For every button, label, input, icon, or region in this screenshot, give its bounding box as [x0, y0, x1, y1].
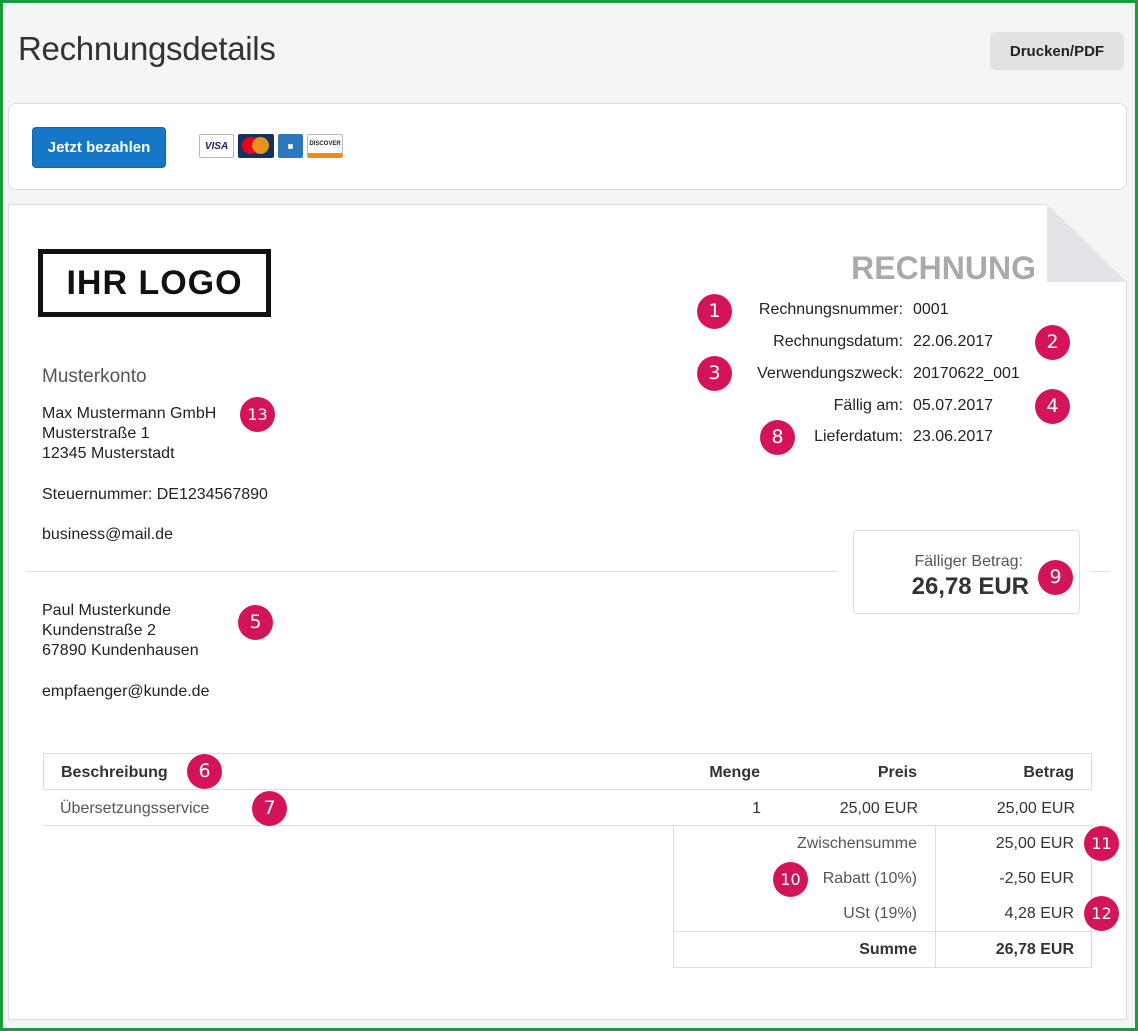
section-divider-end [1090, 571, 1110, 572]
page-title: Rechnungsdetails [18, 30, 276, 67]
pay-now-button[interactable]: Jetzt bezahlen [32, 127, 166, 168]
sender-tax-number: Steuernummer: DE1234567890 [42, 486, 268, 503]
recipient-street: Kundenstraße 2 [42, 622, 156, 639]
header-amount: Betrag [1023, 764, 1074, 781]
row-price: 25,00 EUR [839, 800, 918, 817]
sum-value: 26,78 EUR [995, 941, 1074, 958]
page-fold-corner [1047, 204, 1127, 282]
due-date-value: 05.07.2017 [913, 397, 994, 414]
callout-badge-3: 3 [697, 356, 732, 391]
recipient-city: 67890 Kundenhausen [42, 642, 199, 659]
amount-due-value: 26,78 EUR [911, 573, 1029, 600]
callout-badge-6: 6 [187, 754, 222, 789]
reference-label: Verwendungszweck: [757, 365, 903, 382]
sender-city: 12345 Musterstadt [42, 445, 175, 462]
amount-due-label: Fälliger Betrag: [914, 553, 1024, 570]
mastercard-icon [238, 134, 274, 158]
card-logos: VISA ▣ DISCOVER [199, 134, 343, 158]
row-description: Übersetzungsservice [60, 800, 210, 817]
callout-badge-13: 13 [240, 397, 275, 432]
discount-label: Rabatt (10%) [822, 870, 917, 887]
callout-badge-12: 12 [1084, 896, 1119, 931]
due-date-label: Fällig am: [833, 397, 903, 414]
sum-label: Summe [859, 941, 917, 958]
invoice-number-label: Rechnungsnummer: [758, 301, 903, 318]
vat-label: USt (19%) [843, 905, 917, 922]
table-row: Übersetzungsservice 1 25,00 EUR 25,00 EU… [43, 790, 1092, 826]
callout-badge-4: 4 [1035, 389, 1070, 424]
callout-badge-9: 9 [1038, 560, 1073, 595]
print-pdf-button[interactable]: Drucken/PDF [990, 32, 1124, 70]
sender-email: business@mail.de [42, 526, 173, 543]
subtotal-label: Zwischensumme [796, 835, 917, 852]
totals-sum-divider [674, 931, 1091, 932]
discount-value: -2,50 EUR [999, 870, 1074, 887]
payment-panel: Jetzt bezahlen VISA ▣ DISCOVER [8, 103, 1127, 190]
delivery-date-label: Lieferdatum: [814, 428, 903, 445]
invoice-number-value: 0001 [913, 301, 949, 318]
callout-badge-11: 11 [1084, 826, 1119, 861]
row-quantity: 1 [752, 800, 761, 817]
invoice-heading: RECHNUNG [851, 250, 1036, 286]
header-quantity: Menge [709, 764, 760, 781]
recipient-name: Paul Musterkunde [42, 602, 171, 619]
totals-column-divider [935, 826, 936, 967]
callout-badge-8: 8 [760, 420, 795, 455]
callout-badge-1: 1 [697, 294, 732, 329]
subtotal-value: 25,00 EUR [995, 835, 1074, 852]
invoice-date-label: Rechnungsdatum: [773, 333, 903, 350]
section-divider [26, 571, 837, 572]
callout-badge-2: 2 [1035, 325, 1070, 360]
visa-icon: VISA [199, 134, 234, 158]
recipient-email: empfaenger@kunde.de [42, 683, 210, 700]
delivery-date-value: 23.06.2017 [913, 428, 994, 445]
row-amount: 25,00 EUR [996, 800, 1075, 817]
vat-value: 4,28 EUR [1004, 905, 1074, 922]
invoice-date-value: 22.06.2017 [913, 333, 994, 350]
totals-block: Zwischensumme 25,00 EUR Rabatt (10%) -2,… [673, 826, 1092, 968]
company-logo: IHR LOGO [38, 249, 271, 317]
callout-badge-7: 7 [252, 791, 287, 826]
account-name: Musterkonto [42, 366, 147, 387]
sender-street: Musterstraße 1 [42, 425, 150, 442]
header-price: Preis [877, 764, 917, 781]
amex-icon: ▣ [278, 134, 303, 158]
callout-badge-10: 10 [773, 862, 808, 897]
header-description: Beschreibung [61, 764, 168, 781]
callout-badge-5: 5 [238, 605, 273, 640]
discover-icon: DISCOVER [307, 134, 343, 158]
reference-value: 20170622_001 [913, 365, 1020, 382]
sender-company: Max Mustermann GmbH [42, 405, 217, 422]
